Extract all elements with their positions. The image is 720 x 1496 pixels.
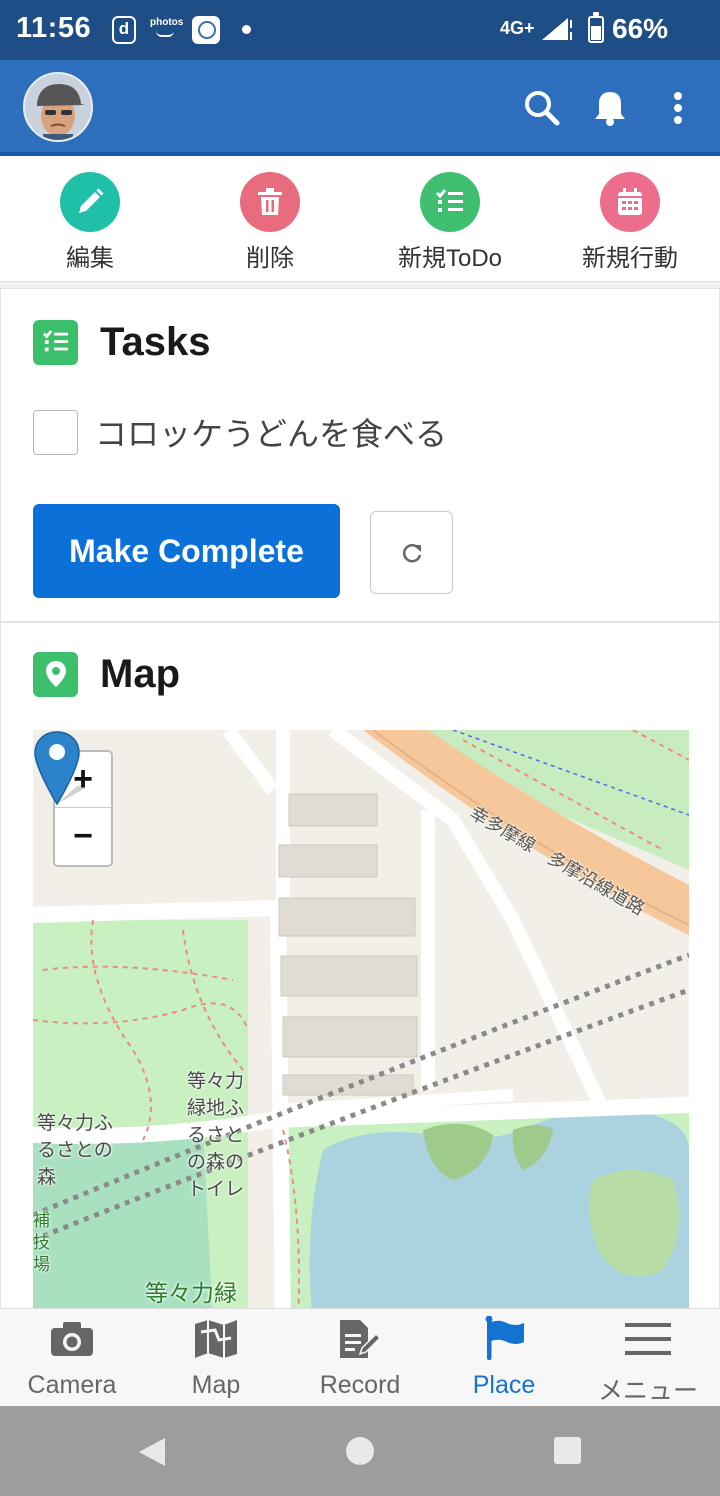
checklist-icon xyxy=(435,189,463,212)
tasks-card: Tasks コロッケうどんを食べる Make Complete xyxy=(0,288,720,622)
new-activity-action[interactable]: 新規行動 xyxy=(550,172,710,273)
zoom-out-button[interactable]: − xyxy=(55,808,111,864)
tasks-header: Tasks xyxy=(33,319,210,365)
nav-place-label: Place xyxy=(472,1371,536,1399)
photos-app-icon: photos xyxy=(150,16,184,44)
notification-app-icon xyxy=(192,16,220,44)
nav-place[interactable]: Place xyxy=(432,1309,576,1407)
nav-menu-label: メニュー xyxy=(597,1377,698,1405)
new-todo-action[interactable]: 新規ToDo xyxy=(370,172,530,273)
nav-record-label: Record xyxy=(319,1371,401,1399)
signal-icon xyxy=(542,18,572,40)
delete-action[interactable]: 削除 xyxy=(190,172,350,273)
refresh-button[interactable] xyxy=(370,511,453,594)
tasks-title: Tasks xyxy=(100,319,211,364)
calendar-icon xyxy=(618,188,642,215)
map-title: Map xyxy=(100,651,180,696)
d-app-icon: d xyxy=(112,16,136,44)
home-icon[interactable] xyxy=(345,1436,375,1466)
task-checkbox[interactable] xyxy=(33,409,78,455)
recents-icon[interactable] xyxy=(553,1436,582,1465)
bell-icon xyxy=(595,92,625,126)
notifications-button[interactable] xyxy=(588,86,632,130)
task-item: コロッケうどんを食べる xyxy=(33,409,447,455)
map-header: Map xyxy=(33,651,180,697)
search-button[interactable] xyxy=(520,86,564,130)
map-icon xyxy=(195,1320,237,1358)
map-card: Map 幸多摩線 多摩沿線道路 等々力ふるさとの森 等々力緑地ふるさとの森のトイ… xyxy=(0,622,720,1323)
avatar-image xyxy=(25,74,91,140)
flag-icon xyxy=(485,1316,524,1360)
edit-action-circle xyxy=(60,172,120,232)
photos-text: photos xyxy=(150,17,184,28)
action-toolbar: 編集 削除 新規ToDo 新規行動 xyxy=(0,156,720,282)
network-type: 4G+ xyxy=(500,18,535,38)
make-complete-button[interactable]: Make Complete xyxy=(33,504,340,598)
map-view[interactable]: 幸多摩線 多摩沿線道路 等々力ふるさとの森 等々力緑地ふるさとの森のトイレ 等々… xyxy=(33,730,689,1323)
map-marker-icon[interactable] xyxy=(33,730,85,810)
record-icon xyxy=(340,1320,382,1358)
nav-camera-label: Camera xyxy=(27,1371,117,1399)
bottom-navigation: Camera Map Record Place メニュー xyxy=(0,1308,720,1406)
new-todo-action-circle xyxy=(420,172,480,232)
checklist-icon xyxy=(33,319,78,365)
system-navigation-bar xyxy=(0,1406,720,1496)
new-todo-action-label: 新規ToDo xyxy=(397,245,503,272)
back-icon[interactable] xyxy=(137,1436,167,1468)
battery-icon xyxy=(588,12,604,43)
nav-map[interactable]: Map xyxy=(144,1309,288,1407)
status-time: 11:56 xyxy=(16,12,92,44)
delete-action-circle xyxy=(240,172,300,232)
delete-action-label: 削除 xyxy=(246,245,294,272)
edit-action[interactable]: 編集 xyxy=(10,172,170,273)
location-pin-icon xyxy=(33,651,78,697)
map-tiles xyxy=(33,730,689,1323)
trash-icon xyxy=(258,188,282,215)
search-icon xyxy=(525,91,560,126)
camera-icon xyxy=(51,1322,93,1356)
app-bar xyxy=(0,60,720,156)
more-options-button[interactable] xyxy=(656,86,700,130)
edit-action-label: 編集 xyxy=(66,245,114,272)
pencil-icon xyxy=(79,188,104,213)
nav-map-label: Map xyxy=(191,1371,241,1399)
map-label-field: 補技場 xyxy=(33,1211,50,1274)
menu-icon xyxy=(625,1323,671,1355)
map-label-toilet: 等々力緑地ふるさとの森のトイレ xyxy=(187,1071,245,1200)
new-activity-action-circle xyxy=(600,172,660,232)
map-label-park-forest: 等々力ふるさとの森 xyxy=(37,1113,114,1188)
map-label-park-bottom: 等々力緑 xyxy=(145,1280,237,1306)
new-activity-action-label: 新規行動 xyxy=(582,245,678,272)
nav-menu[interactable]: メニュー xyxy=(576,1309,720,1407)
status-bar: 11:56 d photos 4G+ 66% xyxy=(0,0,720,60)
nav-camera[interactable]: Camera xyxy=(0,1309,144,1407)
notification-dot-icon xyxy=(242,25,251,34)
more-vert-icon xyxy=(674,92,682,124)
nav-record[interactable]: Record xyxy=(288,1309,432,1407)
battery-percent: 66% xyxy=(612,13,669,44)
refresh-icon xyxy=(402,543,421,562)
user-avatar[interactable] xyxy=(23,72,93,142)
task-text: コロッケうどんを食べる xyxy=(95,416,448,452)
